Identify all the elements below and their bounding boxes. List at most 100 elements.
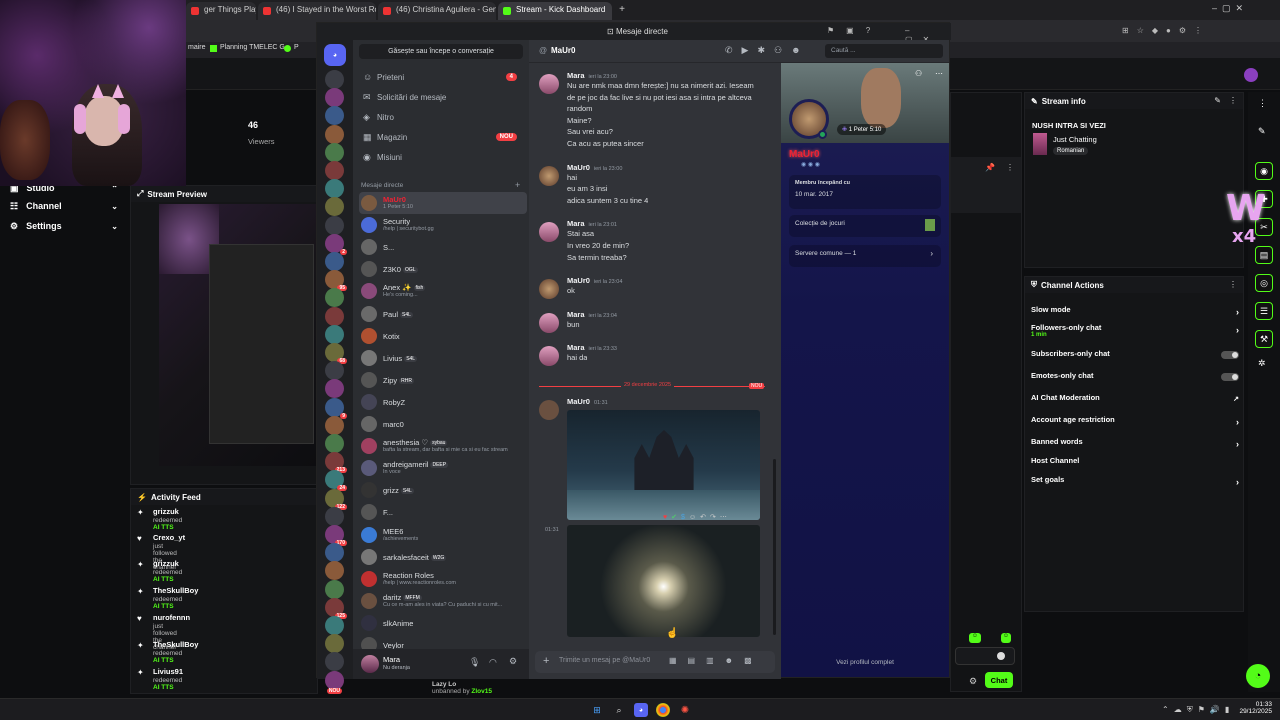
server-icon[interactable]: 9 — [325, 397, 347, 419]
server-icon[interactable] — [325, 70, 344, 89]
server-icon[interactable] — [325, 415, 344, 435]
bookmark[interactable]: Planning TMELEC G... — [210, 44, 291, 52]
browser-extensions[interactable]: ⊞☆◆●⚙⋮ — [1122, 26, 1210, 35]
chat-send-button[interactable]: Chat — [985, 672, 1013, 688]
server-icon[interactable] — [325, 652, 344, 672]
avatar[interactable] — [539, 346, 559, 367]
dm-item[interactable]: Paul S4L — [359, 303, 527, 325]
dm-item-selected[interactable]: MaUr0 1 Peter 5:10 — [359, 192, 527, 214]
action-host-channel[interactable]: Host Channel — [1031, 456, 1243, 474]
chat-bubble-button[interactable]: ◔ — [1246, 664, 1270, 688]
server-icon[interactable]: 125 — [325, 597, 347, 619]
nav-channel[interactable]: ☷ Channel ⌄ — [0, 196, 128, 216]
new-tab-icon[interactable]: + — [616, 3, 628, 15]
dm-item[interactable]: Zipy RHR — [359, 369, 527, 391]
add-dm-icon[interactable]: + — [515, 180, 520, 190]
server-icon[interactable]: 170 — [325, 525, 347, 546]
server-icon[interactable] — [325, 634, 344, 654]
more-icon[interactable]: ⋮ — [1229, 96, 1237, 105]
dm-item[interactable]: Z3K0 OGL — [359, 258, 527, 280]
server-icon[interactable] — [325, 543, 344, 563]
headphones-icon[interactable]: ◠ — [489, 657, 497, 668]
server-icon[interactable] — [325, 106, 344, 126]
emoji-icon[interactable] — [997, 652, 1005, 660]
game-collection-card[interactable]: Colecție de jocuri — [789, 215, 941, 237]
action-emotes-only[interactable]: Emotes-only chat — [1031, 371, 1243, 389]
avatar[interactable] — [539, 312, 559, 333]
browser-tab[interactable]: ger Things Playlist | — [186, 2, 256, 20]
server-icon[interactable]: NOU — [325, 670, 344, 694]
server-icon[interactable] — [325, 506, 344, 526]
server-icon[interactable] — [325, 215, 344, 235]
server-icon[interactable] — [325, 616, 344, 635]
nav-message-requests[interactable]: ✉ Solicitări de mesaje — [359, 88, 523, 106]
server-icon[interactable] — [325, 252, 344, 271]
dm-item[interactable]: Security/help | securitybot.gg — [359, 214, 527, 236]
dm-item[interactable]: MEE6/achievements — [359, 524, 527, 546]
mutual-servers-card[interactable]: Servere comune — 1 › — [789, 245, 941, 267]
server-icon[interactable]: 24 — [325, 470, 347, 492]
server-icon[interactable]: 213 — [325, 452, 347, 474]
bookmark[interactable]: maire — [188, 44, 206, 51]
titlebar-icons[interactable]: ⚑▣? — [827, 26, 882, 35]
nav-shop[interactable]: ▦ Magazin NOU — [359, 128, 523, 146]
quick-action-button[interactable]: ◎ — [1255, 274, 1273, 292]
window-controls[interactable]: – ▢ ✕ — [1212, 3, 1243, 14]
dm-item[interactable]: Kotix — [359, 325, 527, 347]
message-reactions-bar[interactable]: ♥✔$☺↶↷⋯ — [663, 513, 763, 524]
attached-image-castle[interactable] — [567, 410, 760, 520]
pencil-icon[interactable]: ✎ — [1258, 126, 1266, 137]
gear-icon[interactable]: ⚙ — [509, 656, 517, 667]
microphone-icon[interactable]: 🎙 — [469, 657, 480, 668]
quick-action-button[interactable]: ⚒ — [1255, 330, 1273, 348]
chrome-icon[interactable] — [656, 703, 670, 717]
avatar[interactable] — [361, 655, 379, 673]
dm-item[interactable]: andreigameril DEEP În voce — [359, 457, 527, 479]
dm-item[interactable]: slkAnime — [359, 612, 527, 634]
nav-friends[interactable]: ☺ Prieteni 4 — [359, 68, 523, 86]
server-icon[interactable] — [325, 579, 344, 599]
avatar[interactable] — [539, 400, 559, 420]
action-account-age[interactable]: Account age restriction › — [1031, 415, 1243, 433]
action-banned-words[interactable]: Banned words › — [1031, 437, 1243, 455]
avatar[interactable] — [539, 222, 559, 243]
chat-settings-icon[interactable]: ⚙ — [969, 676, 977, 687]
server-icon[interactable]: 68 — [325, 343, 347, 364]
attached-image-light[interactable] — [567, 525, 760, 637]
server-icon[interactable] — [325, 142, 344, 162]
dm-item[interactable]: Anex ✨ fish He's coming... — [359, 280, 527, 302]
nav-nitro[interactable]: ◈ Nitro — [359, 108, 523, 126]
toggle-switch[interactable] — [1221, 373, 1239, 381]
action-set-goals[interactable]: Set goals › — [1031, 475, 1243, 493]
search-input[interactable]: Caută ... — [825, 44, 943, 58]
browser-tab[interactable]: (46) I Stayed in the Worst Roo — [258, 2, 376, 20]
browser-tab[interactable]: (46) Christina Aguilera - Genie — [378, 2, 496, 20]
kick-avatar[interactable] — [1244, 68, 1258, 82]
quick-action-button[interactable]: ▤ — [1255, 246, 1273, 264]
server-icon[interactable] — [325, 561, 344, 581]
avatar[interactable] — [539, 279, 559, 300]
bookmark[interactable]: P — [284, 44, 299, 52]
dm-item[interactable]: Livius S4L — [359, 347, 527, 369]
quick-action-button[interactable]: ☰ — [1255, 302, 1273, 320]
message-input[interactable]: + Trimite un mesaj pe @MaUr0 ▦▤▥☻▩ — [535, 651, 775, 673]
more-icon[interactable]: ⋮ — [1229, 280, 1237, 289]
search-icon[interactable]: ⌕ — [612, 703, 626, 717]
dm-item[interactable]: S... — [359, 236, 527, 258]
dm-item[interactable]: anesthesia ♡ sybau bafta la stream, dar ba… — [359, 435, 527, 457]
dm-item[interactable]: RobyZ — [359, 391, 527, 413]
more-icon[interactable]: ⋮ — [1258, 98, 1267, 109]
clock[interactable]: 01:33 29/12/2025 — [1238, 701, 1272, 715]
server-icon[interactable] — [325, 379, 344, 399]
toggle-switch[interactable] — [1221, 351, 1239, 359]
find-conversation-input[interactable]: Găsește sau începe o conversație — [359, 44, 523, 59]
server-icon[interactable] — [325, 88, 344, 108]
server-icon[interactable] — [325, 288, 344, 308]
input-toolbar-icons[interactable]: ▦▤▥☻▩ — [669, 656, 763, 665]
quick-action-button[interactable]: ◉ — [1255, 162, 1273, 180]
more-icon[interactable]: ⋮ — [1006, 163, 1014, 172]
server-icon[interactable] — [325, 179, 344, 199]
server-icon[interactable] — [325, 197, 344, 217]
emote-icon[interactable]: ☺ — [969, 633, 981, 643]
server-icon[interactable] — [325, 361, 344, 381]
